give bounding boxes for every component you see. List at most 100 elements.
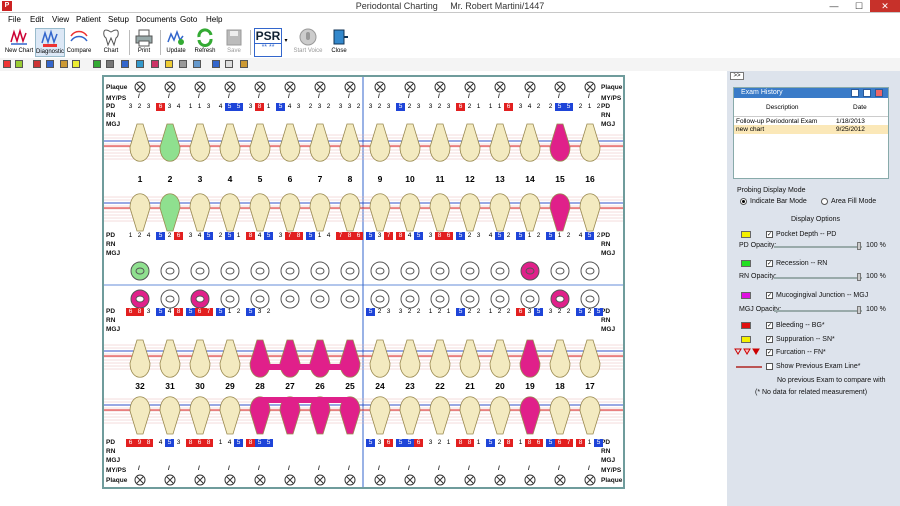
menu-edit[interactable]: Edit <box>30 15 44 24</box>
menu-help[interactable]: Help <box>206 15 222 24</box>
pd-value-lower-buccal: 8 <box>204 439 213 447</box>
bleeding-checkbox[interactable]: ✓ <box>766 322 773 329</box>
pd-value-lower-lingual: 2 <box>416 308 421 315</box>
row-label-rn-1: RN <box>106 112 116 119</box>
pd-value-lower-buccal: 6 <box>555 439 564 447</box>
document-icon[interactable] <box>225 60 233 68</box>
patient-icon[interactable] <box>3 60 11 68</box>
tooth-number-lower: 17 <box>585 381 595 391</box>
menu-view[interactable]: View <box>52 15 69 24</box>
row-label-mgj-3-right: MGJ <box>601 326 616 333</box>
pd-value-upper-lingual: 1 <box>236 232 241 239</box>
exam-row-selected[interactable]: new chart 9/25/2012 <box>734 125 888 134</box>
refresh-icon <box>197 28 213 47</box>
psr-button[interactable]: PSR ** ** <box>254 28 282 57</box>
row-label-mgj-3: MGJ <box>106 326 121 333</box>
menu-documents[interactable]: Documents <box>136 15 176 24</box>
col-date: Date <box>853 104 867 111</box>
calendar-icon[interactable] <box>212 60 220 68</box>
area-fill-radio[interactable] <box>821 198 828 205</box>
lab-icon[interactable] <box>121 60 129 68</box>
pd-value-upper-buccal: 3 <box>518 103 523 110</box>
mgj-opacity-slider[interactable] <box>774 310 862 312</box>
minimize-button[interactable]: — <box>822 0 846 12</box>
suppuration-checkbox[interactable]: ✓ <box>766 336 773 343</box>
phone-icon[interactable] <box>106 60 114 68</box>
furcation-checkbox[interactable]: ✓ <box>766 349 773 356</box>
pd-value-lower-lingual: 2 <box>506 308 511 315</box>
close-window-button[interactable]: ✕ <box>870 0 900 12</box>
insurance-icon[interactable] <box>240 60 248 68</box>
pd-color-swatch[interactable] <box>741 231 751 238</box>
mgj-color-swatch[interactable] <box>741 292 751 299</box>
diagnostic-button[interactable]: Diagnostic <box>35 28 65 57</box>
pd-value-upper-buccal: 4 <box>176 103 181 110</box>
new-chart-button[interactable]: New Chart <box>4 28 34 57</box>
mobility-mark: / <box>198 465 200 472</box>
menu-setup[interactable]: Setup <box>108 15 129 24</box>
status-icon[interactable] <box>93 60 101 68</box>
pd-opacity-thumb[interactable] <box>857 242 861 250</box>
pd-value-upper-lingual: 1 <box>527 232 532 239</box>
ledger-icon[interactable] <box>136 60 144 68</box>
pd-value-upper-buccal: 5 <box>276 103 285 111</box>
menu-patient[interactable]: Patient <box>76 15 101 24</box>
menu-goto[interactable]: Goto <box>180 15 197 24</box>
pd-value-lower-lingual: 2 <box>557 308 562 315</box>
schedule-icon[interactable] <box>46 60 54 68</box>
mobility-mark: / <box>288 93 290 100</box>
save-button[interactable]: Save <box>222 28 246 57</box>
play-icon[interactable] <box>851 89 859 97</box>
mgj-opacity-thumb[interactable] <box>857 306 861 314</box>
mobility-mark: / <box>168 465 170 472</box>
delete-icon[interactable] <box>875 89 883 97</box>
list-icon[interactable] <box>863 89 871 97</box>
image-icon[interactable] <box>151 60 159 68</box>
pd-value-upper-lingual: 7 <box>384 232 393 240</box>
notes-icon[interactable] <box>60 60 68 68</box>
menu-file[interactable]: File <box>8 15 21 24</box>
pd-checkbox[interactable]: ✓ <box>766 231 773 238</box>
rn-opacity-thumb[interactable] <box>857 273 861 281</box>
update-icon <box>167 29 184 45</box>
mgj-checkbox[interactable]: ✓ <box>766 292 773 299</box>
collapse-panel-button[interactable]: >> <box>730 72 744 80</box>
indicate-bar-radio[interactable] <box>740 198 747 205</box>
pd-value-lower-buccal: 8 <box>525 439 534 447</box>
sticky-note-icon[interactable] <box>72 60 80 68</box>
report-icon[interactable] <box>193 60 201 68</box>
rn-opacity-slider[interactable] <box>774 277 862 279</box>
bleeding-color-swatch[interactable] <box>741 322 751 329</box>
show-previous-checkbox[interactable] <box>766 363 773 370</box>
tooth-number-lower: 30 <box>195 381 205 391</box>
compare-button[interactable]: Compare <box>66 28 92 57</box>
pd-value-lower-buccal: 6 <box>414 439 423 447</box>
pd-value-upper-buccal: 4 <box>527 103 532 110</box>
close-chart-button[interactable]: Close <box>328 28 350 57</box>
mobility-mark: / <box>378 93 380 100</box>
pd-label: Pocket Depth -- PD <box>776 231 837 238</box>
update-button[interactable]: Update <box>163 28 189 57</box>
print-button[interactable]: Print <box>132 28 156 57</box>
exam-row[interactable]: Follow-up Periodontal Exam 1/18/2013 <box>734 116 888 125</box>
chart-button[interactable]: Chart <box>98 28 124 57</box>
rn-checkbox[interactable]: ✓ <box>766 260 773 267</box>
row-label-pd-3: PD <box>106 308 116 315</box>
maximize-button[interactable]: ☐ <box>847 0 871 12</box>
suppuration-color-swatch[interactable] <box>741 336 751 343</box>
checklist-icon[interactable] <box>15 60 23 68</box>
tools-icon[interactable] <box>179 60 187 68</box>
pd-value-upper-lingual: 3 <box>188 232 193 239</box>
people-icon[interactable] <box>33 60 41 68</box>
furcation-icon[interactable] <box>734 348 766 356</box>
mobility-mark: / <box>348 93 350 100</box>
periodontal-chart[interactable]: Plaque Plaque MY/PS MY/PS PD PD RN RN MGJ MGJ PD PD… <box>102 75 625 489</box>
start-voice-button[interactable]: Start Voice <box>293 28 323 57</box>
refresh-button[interactable]: Refresh <box>192 28 218 57</box>
rn-color-swatch[interactable] <box>741 260 751 267</box>
folder-icon[interactable] <box>165 60 173 68</box>
pd-value-upper-lingual: 2 <box>536 232 541 239</box>
pd-value-lower-buccal: 8 <box>504 439 513 447</box>
pd-value-upper-lingual: 5 <box>225 232 234 240</box>
pd-opacity-slider[interactable] <box>774 246 862 248</box>
